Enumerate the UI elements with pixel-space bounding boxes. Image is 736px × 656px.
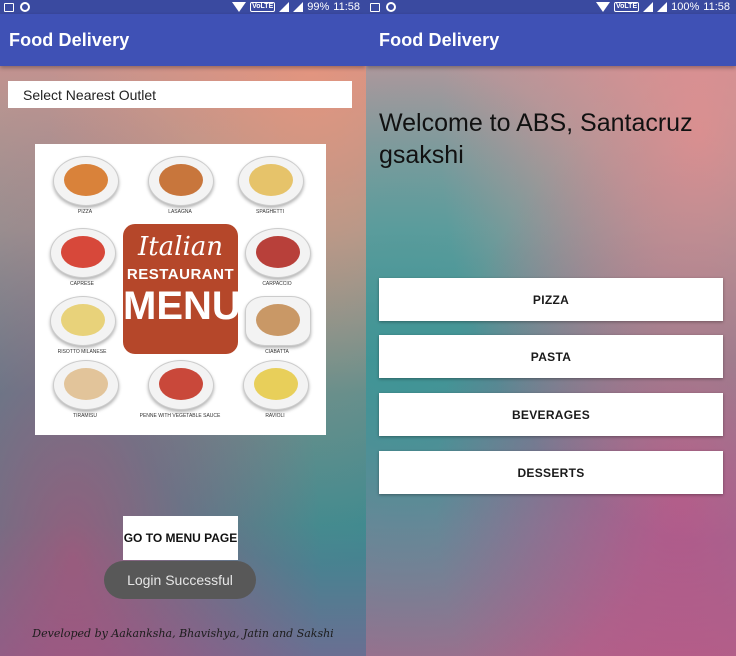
dish-caption: CARPACCIO bbox=[262, 281, 292, 287]
category-pizza-button[interactable]: PIZZA bbox=[379, 278, 723, 321]
app-bar: Food Delivery bbox=[366, 14, 736, 66]
category-desserts-button[interactable]: DESSERTS bbox=[379, 451, 723, 494]
battery-percentage: 100% bbox=[671, 1, 700, 13]
background bbox=[366, 0, 736, 656]
category-beverages-button[interactable]: BEVERAGES bbox=[379, 393, 723, 436]
risotto-plate bbox=[50, 296, 116, 346]
italian-menu-image: PIZZA LASAGNA SPAGHETTI CAPRESE CARPACCI… bbox=[35, 144, 326, 435]
dish-caption: PENNE WITH VEGETABLE SAUCE bbox=[139, 413, 221, 419]
volte-badge: VoLTE bbox=[614, 2, 640, 12]
sync-notification-icon bbox=[386, 2, 396, 12]
clock: 11:58 bbox=[703, 1, 730, 13]
carpaccio-plate bbox=[245, 228, 311, 278]
tiramisu-plate bbox=[53, 360, 119, 410]
signal-icon bbox=[657, 2, 668, 12]
dish-caption: TIRAMISU bbox=[73, 413, 97, 419]
clock: 11:58 bbox=[333, 1, 360, 13]
caprese-plate bbox=[50, 228, 116, 278]
status-bar: VoLTE 100% 11:58 bbox=[366, 0, 736, 14]
app-title: Food Delivery bbox=[379, 30, 500, 50]
gallery-notification-icon bbox=[4, 2, 14, 12]
signal-icon bbox=[279, 2, 290, 12]
outlet-spinner[interactable]: Select Nearest Outlet bbox=[8, 81, 352, 108]
badge-menu: MENU bbox=[123, 284, 241, 328]
wifi-icon bbox=[232, 2, 247, 12]
lasagna-plate bbox=[148, 156, 214, 206]
welcome-username: gsakshi bbox=[379, 141, 464, 169]
dish-caption: RAVIOLI bbox=[265, 413, 285, 419]
welcome-message: Welcome to ABS, Santacruz gsakshi bbox=[379, 107, 729, 171]
menu-screen: VoLTE 100% 11:58 Food Delivery Welcome t… bbox=[366, 0, 736, 656]
dish-caption: CAPRESE bbox=[70, 281, 94, 287]
dish-caption: CIABATTA bbox=[265, 349, 289, 355]
main-screen: VoLTE 99% 11:58 Food Delivery Select Nea… bbox=[0, 0, 366, 656]
badge-restaurant: RESTAURANT bbox=[126, 266, 235, 283]
menu-badge: Italian RESTAURANT MENU bbox=[123, 224, 241, 354]
dish-caption: LASAGNA bbox=[168, 209, 192, 215]
outlet-spinner-label: Select Nearest Outlet bbox=[23, 87, 157, 103]
go-to-menu-button[interactable]: GO TO MENU PAGE bbox=[123, 516, 238, 560]
penne-plate bbox=[148, 360, 214, 410]
category-pasta-button[interactable]: PASTA bbox=[379, 335, 723, 378]
sync-notification-icon bbox=[20, 2, 30, 12]
battery-percentage: 99% bbox=[307, 1, 330, 13]
ciabatta-bread bbox=[245, 296, 311, 346]
dish-caption: SPAGHETTI bbox=[256, 209, 284, 215]
login-toast: Login Successful bbox=[104, 561, 256, 599]
developer-credits: Developed by Aakanksha, Bhavishya, Jatin… bbox=[32, 627, 334, 640]
spaghetti-plate bbox=[238, 156, 304, 206]
app-bar: Food Delivery bbox=[0, 14, 366, 66]
volte-badge: VoLTE bbox=[250, 2, 276, 12]
status-bar: VoLTE 99% 11:58 bbox=[0, 0, 366, 14]
ravioli-plate bbox=[243, 360, 309, 410]
app-title: Food Delivery bbox=[9, 30, 130, 50]
signal-icon bbox=[293, 2, 304, 12]
gallery-notification-icon bbox=[370, 2, 380, 12]
dish-caption: PIZZA bbox=[77, 209, 93, 215]
pizza-plate bbox=[53, 156, 119, 206]
dish-caption: RISOTTO MILANESE bbox=[57, 349, 107, 355]
signal-icon bbox=[643, 2, 654, 12]
badge-italian: Italian bbox=[137, 232, 224, 262]
welcome-outlet: Welcome to ABS, Santacruz bbox=[379, 109, 693, 137]
wifi-icon bbox=[596, 2, 610, 12]
